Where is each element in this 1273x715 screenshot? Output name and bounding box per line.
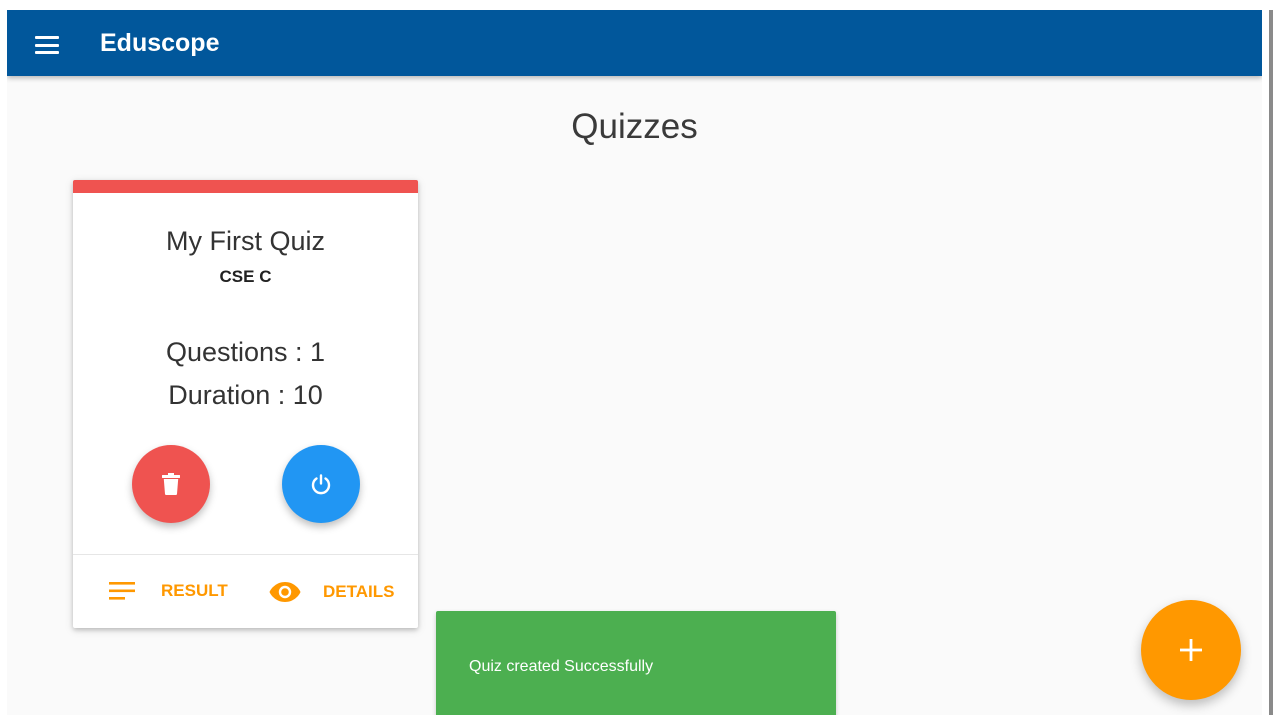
- details-label: DETAILS: [323, 582, 395, 601]
- result-button[interactable]: RESULT: [109, 581, 228, 601]
- eye-icon: [269, 582, 301, 602]
- trash-icon: [162, 473, 180, 495]
- scrollbar[interactable]: [1269, 10, 1273, 715]
- power-icon: [311, 474, 331, 495]
- page-title: Quizzes: [571, 107, 698, 146]
- details-button[interactable]: DETAILS: [269, 581, 394, 603]
- list-lines-icon: [109, 582, 135, 600]
- hamburger-menu-icon[interactable]: [35, 36, 59, 54]
- app-title: Eduscope: [100, 28, 220, 57]
- quiz-name: My First Quiz: [166, 226, 325, 256]
- quiz-duration: Duration : 10: [168, 380, 323, 410]
- quiz-card: My First Quiz CSE C Questions : 1 Durati…: [73, 180, 418, 628]
- result-label: RESULT: [161, 581, 228, 600]
- toggle-quiz-button[interactable]: [282, 445, 360, 523]
- quiz-questions: Questions : 1: [165, 337, 326, 367]
- delete-quiz-button[interactable]: [132, 445, 210, 523]
- toast-message: Quiz created Successfully: [469, 658, 654, 675]
- quiz-class: CSE C: [219, 267, 272, 286]
- card-divider: [73, 554, 418, 555]
- app-bar: Eduscope: [7, 10, 1262, 76]
- plus-icon: [1180, 639, 1202, 661]
- toast-notification: Quiz created Successfully: [436, 611, 836, 715]
- app-viewport: Eduscope Quizzes My First Quiz CSE C Que…: [7, 10, 1262, 715]
- add-quiz-button[interactable]: [1141, 600, 1241, 700]
